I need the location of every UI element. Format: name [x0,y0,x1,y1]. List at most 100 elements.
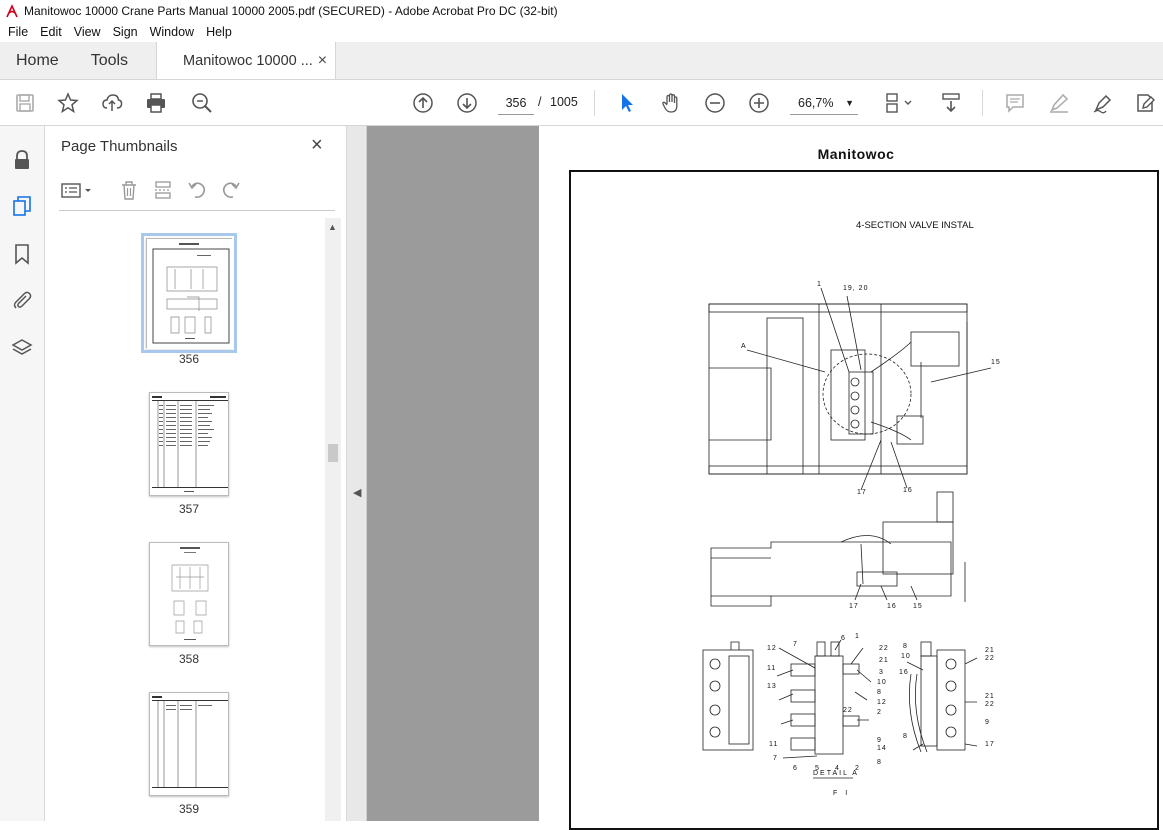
print-icon[interactable] [143,90,169,116]
attachment-icon[interactable] [10,288,34,312]
drawing-frame: 4-SECTION VALVE INSTAL 1 19, 20 A 15 17 … [569,170,1159,830]
menu-file[interactable]: File [2,25,34,39]
thumbnail-358[interactable] [149,542,229,646]
edit-pdf-icon[interactable] [1132,90,1158,116]
rotate-clockwise-icon[interactable] [219,178,243,202]
toolbar-divider [982,90,983,116]
page-layout-icon[interactable] [882,90,918,116]
valve-installation-drawing: 1 19, 20 A 15 17 16 17 16 15 12 11 13 11… [702,281,1001,779]
menu-view[interactable]: View [68,25,107,39]
menu-window[interactable]: Window [144,25,200,39]
callout-13-left: 13 [767,683,777,690]
callout-22-right: 22 [985,655,995,662]
callout-9-right: 9 [985,719,990,726]
callout-14-center: 14 [877,745,887,752]
callout-3-center: 3 [879,669,884,676]
scrollbar-thumb[interactable] [328,444,338,462]
thumbnail-357[interactable] [149,392,229,496]
tab-tools[interactable]: Tools [75,42,144,79]
sign-pen-icon[interactable] [1090,90,1116,116]
thumbnail-scrollbar[interactable]: ▲ [325,218,341,821]
callout-15: 15 [991,359,1001,366]
callout-16: 16 [903,487,913,494]
close-icon[interactable]: × [311,134,323,157]
left-navigation-rail [0,126,45,821]
hand-tool-icon[interactable] [658,90,684,116]
callout-10-center: 10 [877,679,887,686]
detail-a-label: DETAIL A [813,770,859,777]
layers-icon[interactable] [10,336,34,360]
callout-7-center: 7 [793,641,798,648]
document-view[interactable]: Manitowoc 4-SECTION VALVE INSTAL 1 19, 2… [367,126,1163,830]
callout-21-right: 21 [985,647,995,654]
thumbnail-359[interactable] [149,692,229,796]
options-menu-icon[interactable] [59,178,95,202]
next-page-icon[interactable] [454,90,480,116]
previous-page-icon[interactable] [410,90,436,116]
chevron-left-icon[interactable]: ◀ [353,486,361,499]
bookmark-star-icon[interactable] [55,90,81,116]
thumbnail-356[interactable] [141,233,237,353]
panel-divider [59,210,335,211]
menu-help[interactable]: Help [200,25,238,39]
window-title: Manitowoc 10000 Crane Parts Manual 10000… [24,4,558,18]
menu-edit[interactable]: Edit [34,25,68,39]
callout-8-right: 8 [903,643,908,650]
pdf-page: Manitowoc 4-SECTION VALVE INSTAL 1 19, 2… [539,126,1163,830]
callout-6-left: 6 [793,765,798,772]
callout-22-center-b: 22 [843,707,853,714]
highlight-pen-icon[interactable] [1046,90,1072,116]
menu-sign[interactable]: Sign [107,25,144,39]
chevron-down-icon: ▼ [845,98,854,108]
callout-8-right-b: 8 [903,733,908,740]
callout-9-center: 9 [877,737,882,744]
tab-home[interactable]: Home [0,42,75,79]
page-thumbnails-icon[interactable] [10,194,34,218]
zoom-search-icon[interactable] [189,90,215,116]
callout-7-left: 7 [773,755,778,762]
thumbnail-label-358: 358 [178,652,200,666]
tab-close-icon[interactable]: × [318,52,327,70]
toolbar-divider [594,90,595,116]
bookmark-icon[interactable] [10,242,34,266]
lock-icon[interactable] [10,148,34,172]
page-number-input[interactable]: 356 [498,91,534,115]
callout-19-20: 19, 20 [843,285,868,292]
zoom-level-value: 66,7% [798,96,834,110]
callout-11-left: 11 [767,665,776,672]
cloud-upload-icon[interactable] [99,90,125,116]
thumbnail-list: 356 357 358 359 [45,218,323,821]
callout-22-right-b: 22 [985,701,995,708]
panel-title: Page Thumbnails [61,138,178,155]
select-cursor-icon[interactable] [614,90,640,116]
page-thumbnails-panel: Page Thumbnails × 356 357 358 359 ▲ [45,126,347,821]
callout-8-center-b: 8 [877,759,882,766]
tab-document[interactable]: Manitowoc 10000 ... × [156,42,337,79]
callout-21-center: 21 [879,657,889,664]
scroll-up-icon[interactable]: ▲ [328,222,337,232]
save-icon[interactable] [12,90,38,116]
delete-page-icon[interactable] [117,178,141,202]
callout-22-center: 22 [879,645,889,652]
callout-12-left: 12 [767,645,777,652]
callout-16-mid: 16 [887,603,897,610]
callout-12-center: 12 [877,699,887,706]
main-toolbar: 356 / 1005 66,7% ▼ [0,80,1163,126]
acrobat-icon [6,4,18,18]
panel-collapse-handle[interactable]: ◀ [347,126,367,821]
zoom-level-select[interactable]: 66,7% ▼ [790,91,858,115]
zoom-out-icon[interactable] [702,90,728,116]
extract-page-icon[interactable] [151,178,175,202]
callout-21-right-b: 21 [985,693,995,700]
figure-label: F I [833,790,851,797]
rotate-counterclockwise-icon[interactable] [185,178,209,202]
tab-document-label: Manitowoc 10000 ... [183,52,313,69]
thumbnail-label-356: 356 [178,352,200,366]
callout-1-center: 1 [855,633,860,640]
title-bar: Manitowoc 10000 Crane Parts Manual 10000… [0,0,1163,22]
scrolling-mode-icon[interactable] [938,90,964,116]
comment-icon[interactable] [1002,90,1028,116]
thumbnail-label-357: 357 [178,502,200,516]
callout-16-right: 16 [899,669,909,676]
zoom-in-icon[interactable] [746,90,772,116]
